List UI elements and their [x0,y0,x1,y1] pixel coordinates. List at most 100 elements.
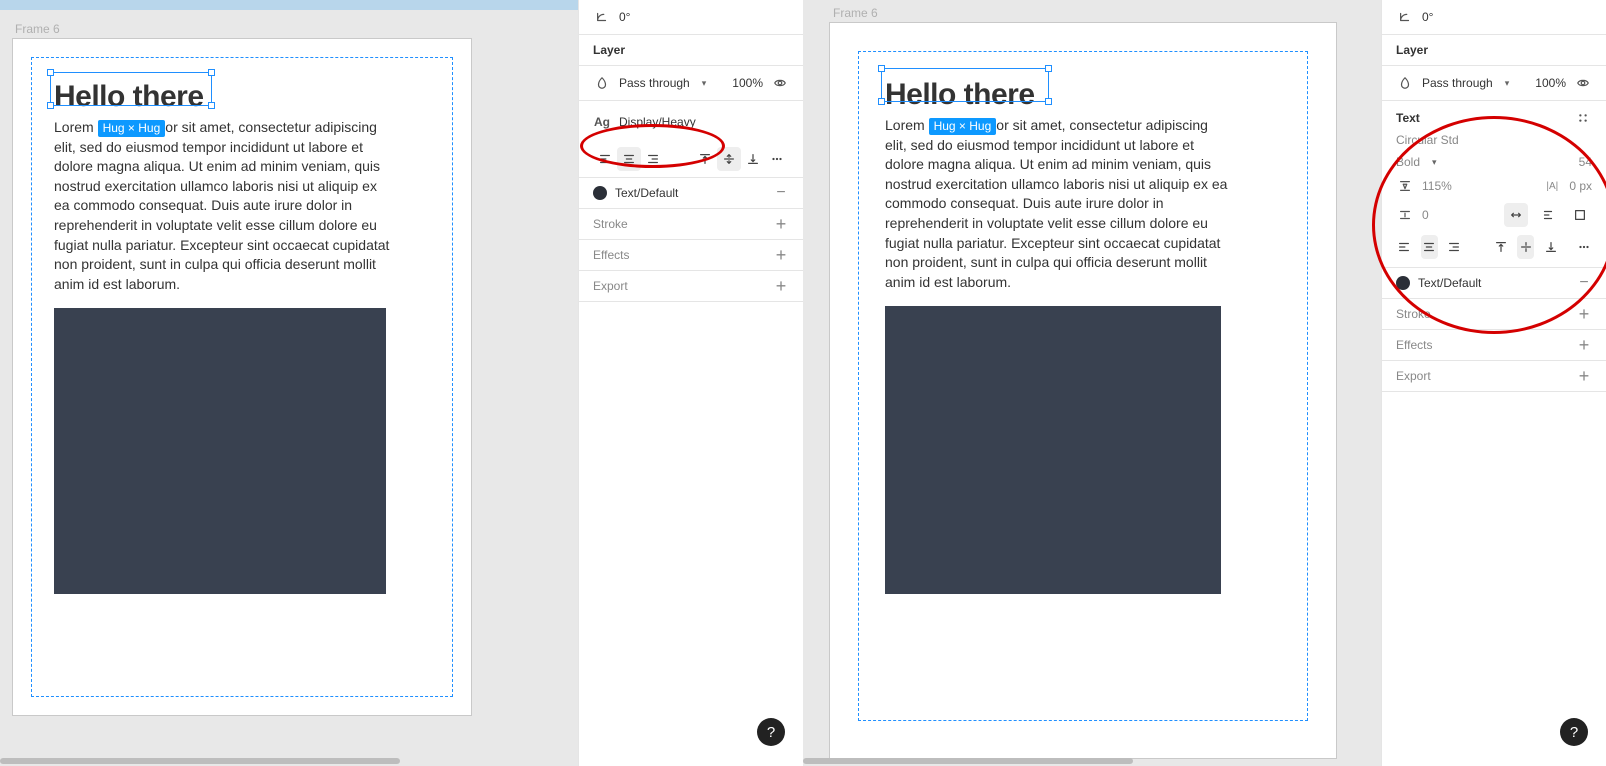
layer-section-header: Layer [1382,35,1606,66]
opacity-value[interactable]: 100% [1535,76,1566,90]
add-export-button[interactable]: + [1576,369,1592,383]
text-style-name[interactable]: Display/Heavy [619,115,696,129]
layer-section-header: Layer [579,35,803,66]
rotation-row[interactable]: 0° [1382,0,1606,35]
chevron-down-icon: ▾ [1505,78,1510,89]
line-height-input[interactable]: 115% [1422,179,1452,193]
more-type-options-button[interactable] [765,147,789,171]
add-effect-button[interactable]: + [1576,338,1592,352]
rotation-row[interactable]: 0° [579,0,803,35]
font-family-row[interactable]: Circular Std [1382,129,1606,151]
inspector-panel: 0° Layer Pass through ▾ 100% Ag Display/… [578,0,803,766]
more-type-options-button[interactable] [1575,235,1592,259]
add-stroke-button[interactable]: + [1576,307,1592,321]
export-row[interactable]: Export+ [579,271,803,302]
font-size-input[interactable]: 54 [1579,155,1592,169]
frame-outer[interactable]: Hello there Lorem Hug × Hugor sit amet, … [829,22,1337,759]
body-post: or sit amet, consectetur adipiscing elit… [885,117,1227,290]
text-vertical-middle-button[interactable] [1517,235,1534,259]
autolayout-hug-tag: Hug × Hug [929,118,997,135]
rotation-value: 0° [1422,10,1433,24]
text-align-center-button[interactable] [617,147,641,171]
visibility-icon[interactable] [771,74,789,92]
blend-mode[interactable]: Pass through [1422,76,1493,90]
text-align-left-button[interactable] [1396,235,1413,259]
visibility-icon[interactable] [1574,74,1592,92]
export-row[interactable]: Export+ [1382,361,1606,392]
canvas-right[interactable]: Frame 6 Hello there Lorem Hug × Hugor si… [803,0,1381,766]
horizontal-scrollbar[interactable] [803,758,1133,764]
text-align-center-button[interactable] [1421,235,1438,259]
selection-box [50,72,212,106]
font-weight-size-row: Bold ▾ 54 [1382,151,1606,173]
frame-label[interactable]: Frame 6 [833,6,878,20]
help-button[interactable]: ? [1560,718,1588,746]
body-post: or sit amet, consectetur adipiscing elit… [54,119,389,292]
stroke-row[interactable]: Stroke+ [1382,299,1606,330]
letter-spacing-input[interactable]: 0 px [1569,179,1592,193]
help-button[interactable]: ? [757,718,785,746]
add-effect-button[interactable]: + [773,248,789,262]
paragraph-spacing-icon [1396,206,1414,224]
layer-blend-row: Pass through ▾ 100% [579,66,803,101]
text-align-right-button[interactable] [641,147,665,171]
body-pre: Lorem [885,117,929,133]
auto-width-button[interactable] [1504,203,1528,227]
text-vertical-top-button[interactable] [1493,235,1510,259]
fill-swatch [593,186,607,200]
auto-height-button[interactable] [1536,203,1560,227]
body-text[interactable]: Lorem Hug × Hugor sit amet, consectetur … [54,118,394,294]
top-bar [0,0,578,10]
body-text[interactable]: Lorem Hug × Hugor sit amet, consectetur … [885,116,1230,292]
text-align-row [1382,231,1606,268]
line-height-icon [1396,177,1414,195]
fixed-size-button[interactable] [1568,203,1592,227]
effects-row[interactable]: Effects+ [579,240,803,271]
layer-blend-row: Pass through ▾ 100% [1382,66,1606,101]
text-align-left-button[interactable] [593,147,617,171]
font-weight-select[interactable]: Bold [1396,155,1420,169]
placeholder-rect[interactable] [54,308,386,594]
text-align-right-button[interactable] [1446,235,1463,259]
effects-row[interactable]: Effects+ [1382,330,1606,361]
placeholder-rect[interactable] [885,306,1221,594]
remove-fill-button[interactable]: − [1576,277,1592,289]
chevron-down-icon: ▾ [1432,157,1437,168]
angle-icon [593,8,611,26]
fill-row[interactable]: Text/Default − [579,178,803,209]
blend-mode[interactable]: Pass through [619,76,690,90]
autolayout-hug-tag: Hug × Hug [98,120,166,137]
frame-inner[interactable]: Hello there Lorem Hug × Hugor sit amet, … [31,57,453,697]
add-stroke-button[interactable]: + [773,217,789,231]
angle-icon [1396,8,1414,26]
paragraph-spacing-input[interactable]: 0 [1422,208,1429,222]
remove-fill-button[interactable]: − [773,187,789,199]
line-letter-row: 115% |A| 0 px [1382,173,1606,199]
paragraph-resize-row: 0 [1382,199,1606,231]
fill-label: Text/Default [1418,276,1481,290]
frame-label[interactable]: Frame 6 [15,22,60,36]
canvas-left[interactable]: Frame 6 Hello there Lorem Hug × Hugor si… [0,0,578,766]
fill-row[interactable]: Text/Default − [1382,268,1606,299]
letter-spacing-icon: |A| [1543,177,1561,195]
text-style-ag-icon: Ag [593,113,611,131]
text-style-section: Ag Display/Heavy [579,101,803,178]
fill-swatch [1396,276,1410,290]
inspector-panel: 0° Layer Pass through ▾ 100% Text Circul… [1381,0,1606,766]
rotation-value: 0° [619,10,630,24]
stroke-row[interactable]: Stroke+ [579,209,803,240]
frame-outer[interactable]: Hello there Lorem Hug × Hugor sit amet, … [12,38,472,716]
text-vertical-middle-button[interactable] [717,147,741,171]
horizontal-scrollbar[interactable] [0,758,400,764]
text-vertical-bottom-button[interactable] [1542,235,1559,259]
opacity-value[interactable]: 100% [732,76,763,90]
blend-icon [1396,74,1414,92]
blend-icon [593,74,611,92]
frame-inner[interactable]: Hello there Lorem Hug × Hugor sit amet, … [858,51,1308,721]
style-picker-button[interactable] [1574,109,1592,127]
text-vertical-top-button[interactable] [693,147,717,171]
text-section-header: Text [1382,101,1606,129]
add-export-button[interactable]: + [773,279,789,293]
text-vertical-bottom-button[interactable] [741,147,765,171]
fill-label: Text/Default [615,186,678,200]
